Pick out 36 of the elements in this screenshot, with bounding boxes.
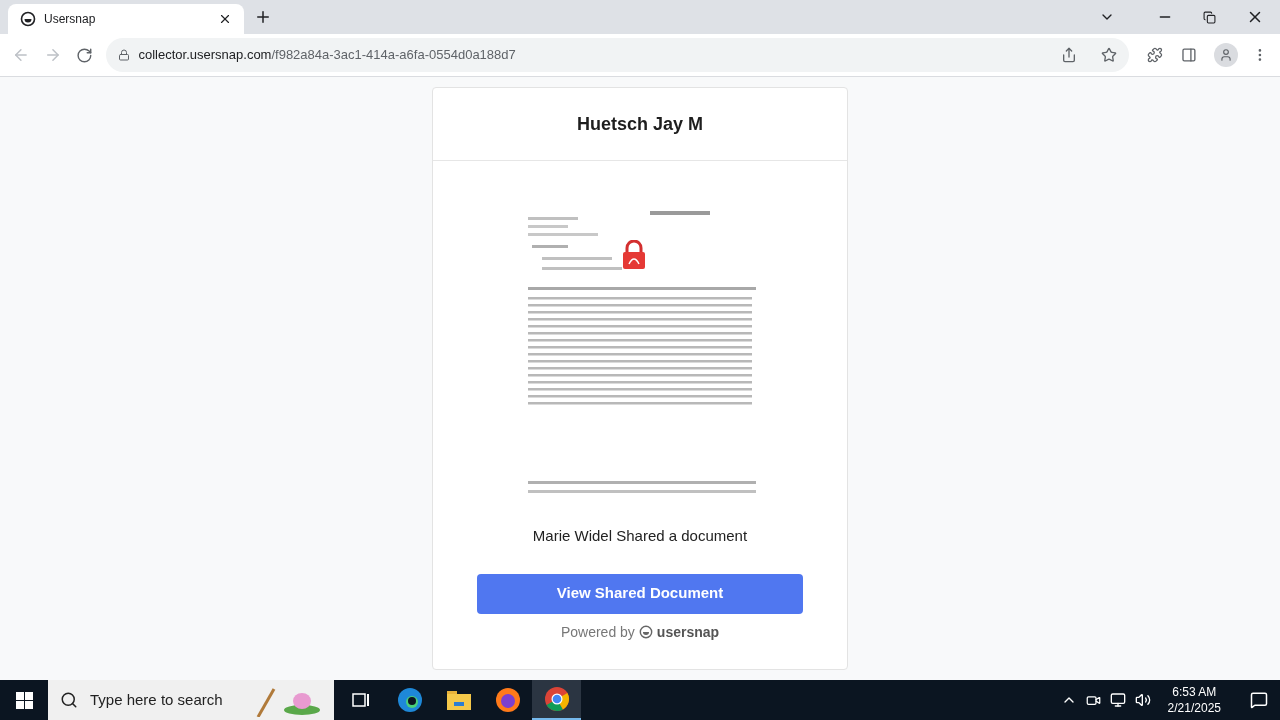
- locked-pdf-icon: [621, 240, 647, 270]
- profile-avatar[interactable]: [1214, 43, 1239, 67]
- view-document-button[interactable]: View Shared Document: [477, 573, 803, 614]
- search-icon: [60, 691, 78, 709]
- windows-logo-icon: [15, 691, 33, 709]
- taskbar-search-box[interactable]: Type here to search: [48, 680, 334, 720]
- folder-icon: [445, 689, 472, 711]
- powered-by-text: Powered by: [560, 622, 635, 642]
- network-icon[interactable]: [1109, 692, 1126, 708]
- chrome-icon: [543, 686, 570, 712]
- usersnap-logo-icon: [20, 11, 36, 27]
- close-tab-icon[interactable]: [218, 12, 232, 26]
- reload-icon[interactable]: [75, 46, 93, 64]
- share-icon[interactable]: [1060, 47, 1077, 63]
- extensions-icon[interactable]: [1146, 47, 1163, 63]
- taskbar-app[interactable]: [532, 680, 581, 720]
- address-bar[interactable]: collector.usersnap.com/f982a84a-3ac1-414a-a6fa-0554d0a188d7: [106, 38, 1129, 72]
- brand-name: usersnap: [656, 622, 720, 642]
- card-title: Huetsch Jay M: [576, 113, 703, 136]
- task-view-icon: [350, 690, 371, 710]
- search-field[interactable]: Type here to search: [90, 688, 240, 712]
- side-panel-icon[interactable]: [1180, 47, 1197, 63]
- firefox-icon: [494, 687, 521, 713]
- lock-icon: [118, 49, 131, 61]
- notifications-icon[interactable]: [1250, 691, 1268, 709]
- edge-icon: [396, 687, 423, 713]
- share-message: Marie Widel Shared a document: [531, 526, 749, 546]
- usersnap-logo-icon: [638, 624, 653, 639]
- url-text: collector.usersnap.com/f982a84a-3ac1-414a-a6fa-0554d0a188d7: [138, 46, 516, 65]
- clock[interactable]: 6:53 AM 2/21/2025: [1159, 684, 1229, 716]
- new-tab-icon[interactable]: [254, 8, 272, 26]
- browser-tab[interactable]: Usersnap: [8, 4, 244, 34]
- volume-icon[interactable]: [1134, 692, 1151, 708]
- restore-icon[interactable]: [1203, 10, 1216, 24]
- tab-title: Usersnap: [44, 11, 97, 27]
- bookmark-star-icon[interactable]: [1100, 47, 1117, 63]
